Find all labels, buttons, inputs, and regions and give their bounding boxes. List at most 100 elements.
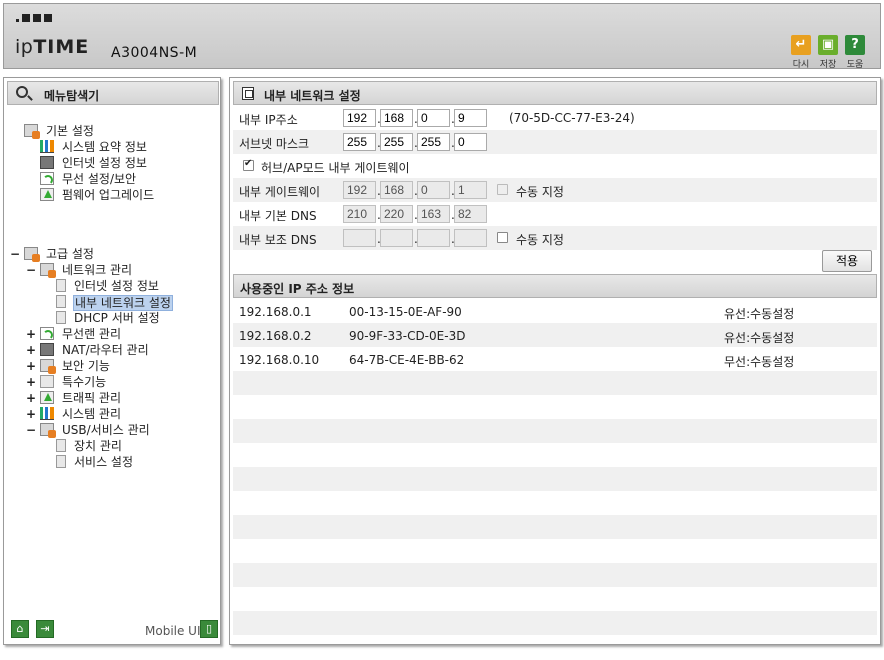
empty-row	[233, 563, 877, 587]
dns2-octet-3[interactable]	[417, 229, 450, 247]
folder-icon	[24, 124, 40, 139]
collapse-icon[interactable]: −	[26, 262, 36, 278]
ip-address-label: 내부 IP주소	[239, 113, 298, 127]
menu-explorer-header: 메뉴탐색기	[7, 81, 219, 105]
traffic-icon	[40, 391, 54, 404]
page-icon	[56, 279, 66, 292]
section-title: 내부 네트워크 설정	[264, 89, 361, 103]
logout-icon[interactable]: ⇥	[36, 620, 54, 638]
brand-logo: ipTIME	[15, 36, 89, 58]
subnet-mask-row: 서브넷 마스크 . . .	[233, 130, 877, 154]
mobile-ui-link[interactable]: Mobile UI	[145, 624, 201, 638]
collapse-icon[interactable]: −	[26, 422, 36, 438]
empty-row	[233, 539, 877, 563]
folder-icon	[40, 263, 56, 278]
ip-info-row: 192.168.0.2 90-9F-33-CD-0E-3D 유선:수동설정	[233, 323, 877, 347]
ip-octet-1[interactable]	[343, 109, 376, 127]
dns1-octet-3[interactable]	[417, 205, 450, 223]
type-cell: 유선:수동설정	[724, 331, 795, 345]
usb-icon	[40, 423, 56, 438]
expand-icon[interactable]: +	[26, 374, 36, 390]
gateway-octet-1[interactable]	[343, 181, 376, 199]
brand-prefix: ip	[15, 36, 34, 58]
page-icon	[56, 439, 66, 452]
ip-cell: 192.168.0.2	[239, 329, 312, 343]
tree-label: 무선 설정/보안	[62, 172, 137, 186]
ip-cell: 192.168.0.1	[239, 305, 312, 319]
dns1-octet-1[interactable]	[343, 205, 376, 223]
refresh-label: 다시	[792, 60, 810, 70]
primary-dns-row: 내부 기본 DNS . . .	[233, 202, 877, 226]
expand-icon[interactable]: +	[26, 326, 36, 342]
collapse-icon[interactable]: −	[10, 246, 20, 262]
dns2-octet-2[interactable]	[380, 229, 413, 247]
help-label: 도움	[846, 60, 864, 70]
ip-info-row: 192.168.0.10 64-7B-CE-4E-BB-62 무선:수동설정	[233, 347, 877, 371]
gateway-manual-checkbox[interactable]	[497, 184, 508, 195]
lock-icon	[40, 359, 56, 374]
help-icon: ?	[845, 35, 865, 55]
wifi-icon	[40, 172, 54, 185]
ip-octet-3[interactable]	[417, 109, 450, 127]
gateway-octet-3[interactable]	[417, 181, 450, 199]
save-label: 저장	[819, 60, 837, 70]
expand-icon[interactable]: +	[26, 406, 36, 422]
logo-mark-icon	[16, 14, 52, 22]
save-button[interactable]: ▣ 저장	[815, 35, 841, 70]
tree-label: 고급 설정	[46, 247, 94, 261]
ip-octet-4[interactable]	[454, 109, 487, 127]
tree-label: 기본 설정	[46, 124, 94, 138]
tree-label: 서비스 설정	[74, 455, 134, 469]
refresh-icon: ↵	[791, 35, 811, 55]
hub-ap-gateway-checkbox[interactable]	[243, 158, 254, 171]
expand-icon[interactable]: +	[26, 358, 36, 374]
empty-row	[233, 491, 877, 515]
dns2-octet-4[interactable]	[454, 229, 487, 247]
dns1-octet-2[interactable]	[380, 205, 413, 223]
chart-icon	[40, 140, 54, 153]
internal-network-header: 내부 네트워크 설정	[233, 81, 877, 105]
settings-page-icon	[242, 87, 254, 100]
tree-label: 특수기능	[62, 375, 107, 389]
primary-dns-label: 내부 기본 DNS	[239, 209, 317, 223]
search-icon	[16, 86, 28, 98]
folder-icon	[24, 247, 40, 262]
subnet-octet-2[interactable]	[380, 133, 413, 151]
gateway-octet-4[interactable]	[454, 181, 487, 199]
tree-label: 인터넷 설정 정보	[62, 156, 147, 170]
refresh-button[interactable]: ↵ 다시	[788, 35, 814, 70]
hub-ap-gateway-row: 허브/AP모드 내부 게이트웨이	[233, 154, 877, 178]
expand-icon[interactable]: +	[26, 390, 36, 406]
help-button[interactable]: ? 도움	[842, 35, 868, 70]
empty-row	[233, 515, 877, 539]
secondary-dns-label: 내부 보조 DNS	[239, 233, 317, 247]
secondary-dns-row: 내부 보조 DNS . . . 수동 지정	[233, 226, 877, 250]
dns2-manual-checkbox[interactable]	[497, 232, 508, 243]
upgrade-icon	[40, 188, 54, 201]
dns2-manual-label: 수동 지정	[516, 233, 564, 247]
mobile-icon[interactable]: ▯	[200, 620, 218, 638]
hub-ap-gateway-label: 허브/AP모드 내부 게이트웨이	[261, 161, 410, 175]
tree-label: 장치 관리	[74, 439, 122, 453]
menu-footer: ⌂ ⇥ Mobile UI ▯	[8, 620, 218, 642]
ip-info-row: 192.168.0.1 00-13-15-0E-AF-90 유선:수동설정	[233, 299, 877, 323]
subnet-octet-1[interactable]	[343, 133, 376, 151]
router-admin-window: ipTIME A3004NS-M ↵ 다시 ▣ 저장 ? 도움 메뉴탐색기 기본…	[0, 0, 884, 660]
router-icon	[40, 343, 54, 356]
expand-icon[interactable]: +	[26, 342, 36, 358]
apply-button[interactable]: 적용	[822, 250, 872, 272]
page-icon	[56, 295, 66, 308]
empty-row	[233, 467, 877, 491]
gateway-octet-2[interactable]	[380, 181, 413, 199]
menu-explorer-title: 메뉴탐색기	[44, 89, 100, 103]
dns1-octet-4[interactable]	[454, 205, 487, 223]
tree-label: 펌웨어 업그레이드	[62, 188, 155, 202]
ip-octet-2[interactable]	[380, 109, 413, 127]
dns2-octet-1[interactable]	[343, 229, 376, 247]
tree-label: USB/서비스 관리	[62, 423, 150, 437]
subnet-octet-3[interactable]	[417, 133, 450, 151]
page-icon	[56, 311, 66, 324]
subnet-octet-4[interactable]	[454, 133, 487, 151]
home-icon[interactable]: ⌂	[11, 620, 29, 638]
empty-row	[233, 611, 877, 635]
